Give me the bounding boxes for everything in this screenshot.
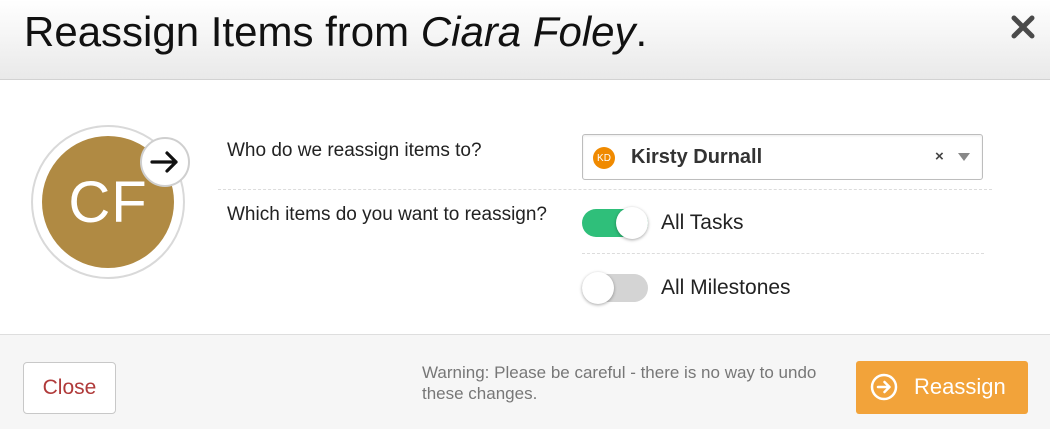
row-divider xyxy=(218,189,992,190)
close-button[interactable]: Close xyxy=(23,362,116,414)
close-dialog-icon[interactable] xyxy=(1010,12,1036,42)
toggle-knob xyxy=(582,272,614,304)
option-divider xyxy=(582,253,984,254)
warning-text: Warning: Please be careful - there is no… xyxy=(422,363,817,403)
title-suffix: . xyxy=(635,8,648,55)
reassign-to-label: Who do we reassign items to? xyxy=(227,140,482,161)
all-tasks-label: All Tasks xyxy=(661,211,744,234)
chevron-down-icon[interactable] xyxy=(958,153,970,161)
dialog-title: Reassign Items from Ciara Foley. xyxy=(24,6,647,58)
title-prefix: Reassign Items from xyxy=(24,8,421,55)
toggle-knob xyxy=(616,207,648,239)
reassign-button[interactable]: Reassign xyxy=(856,361,1028,414)
reassign-label: Reassign xyxy=(914,374,1006,399)
arrow-circle-right-icon xyxy=(870,373,898,401)
which-items-label: Which items do you want to reassign? xyxy=(227,204,547,225)
title-user-name: Ciara Foley xyxy=(420,8,636,55)
all-tasks-toggle[interactable] xyxy=(582,207,648,239)
all-milestones-label: All Milestones xyxy=(661,276,791,299)
assignee-select[interactable]: KD Kirsty Durnall × xyxy=(582,134,983,180)
assignee-name: Kirsty Durnall xyxy=(631,146,763,168)
clear-selection-icon[interactable]: × xyxy=(935,148,944,165)
arrow-right-icon xyxy=(140,137,190,187)
all-milestones-toggle[interactable] xyxy=(582,272,648,304)
dialog-header: Reassign Items from Ciara Foley. xyxy=(0,0,1050,80)
assignee-avatar: KD xyxy=(593,147,615,169)
